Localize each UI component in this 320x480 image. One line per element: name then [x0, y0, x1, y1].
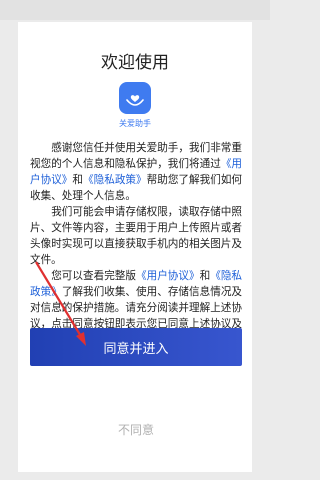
- paragraph-1-text: 感谢您信任并使用关爱助手，我们非常重视您的个人信息和隐私保护，我们将通过: [30, 142, 242, 170]
- status-bar: [0, 0, 270, 20]
- dialog-title: 欢迎使用: [101, 53, 169, 73]
- agree-button[interactable]: 同意并进入: [30, 328, 242, 366]
- agreement-text: 感谢您信任并使用关爱助手，我们非常重视您的个人信息和隐私保护，我们将通过《用户协…: [30, 140, 242, 348]
- app-logo: [119, 82, 151, 114]
- heart-hand-icon: [126, 95, 144, 106]
- paragraph-1-and: 和: [72, 174, 84, 186]
- paragraph-3-and: 和: [199, 270, 211, 282]
- privacy-dialog: 欢迎使用 关爱助手 感谢您信任并使用关爱助手，我们非常重视您的个人信息和隐私保护…: [18, 22, 252, 472]
- paragraph-1: 感谢您信任并使用关爱助手，我们非常重视您的个人信息和隐私保护，我们将通过《用户协…: [30, 140, 242, 204]
- privacy-policy-link[interactable]: 《隐私政策》: [83, 174, 147, 186]
- decline-button[interactable]: 不同意: [30, 418, 242, 442]
- user-agreement-link-2[interactable]: 《用户协议》: [136, 270, 200, 282]
- paragraph-3-text: 您可以查看完整版: [51, 270, 136, 282]
- app-name: 关爱助手: [119, 119, 151, 128]
- paragraph-2: 我们可能会申请存储权限，读取存储中照片、文件等内容，主要用于用户上传照片或者头像…: [30, 206, 242, 266]
